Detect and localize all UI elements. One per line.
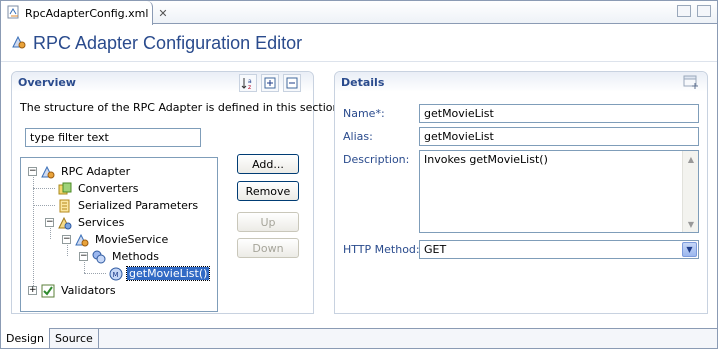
tree-item-label: getMovieList() [125,266,211,281]
close-icon[interactable]: ✕ [158,7,167,20]
overview-description: The structure of the RPC Adapter is defi… [20,101,343,114]
details-toolbar [683,74,699,93]
tab-design[interactable]: Design [1,328,50,348]
tree-item-movieservice[interactable]: − MovieService [62,231,170,248]
tree-item-rpc-adapter[interactable]: − RPC Adapter [28,163,132,180]
scroll-down-icon[interactable]: ▼ [684,217,698,231]
editor-frame: RpcAdapterConfig.xml ✕ RPC Adapter Confi… [0,0,718,349]
collapse-toggle-icon[interactable]: − [79,252,88,261]
svg-text:z: z [248,84,251,90]
details-title: Details [341,75,385,89]
tree-item-converters[interactable]: Converters [58,180,141,197]
tree-item-label: Converters [78,182,139,195]
tree-connector [33,188,55,189]
validators-icon [41,284,55,298]
svg-text:M: M [113,271,119,279]
http-method-value: GET [424,243,447,256]
maximize-button[interactable] [697,5,711,17]
tree-item-methods[interactable]: − Methods [79,248,161,265]
http-method-select[interactable]: GET ▼ [419,240,699,259]
service-icon [75,233,89,247]
tree-item-label: Serialized Parameters [78,199,199,212]
tree-item-label: Services [78,216,125,229]
overview-section: Overview az The structure of the RPC Ada… [11,71,343,314]
tree-item-label: RPC Adapter [61,165,131,178]
maximize-section-icon[interactable] [683,74,699,93]
adapter-tree: − RPC Adapter Converters Serialized Para… [20,157,218,312]
down-button[interactable]: Down [237,238,299,258]
details-section: Details Name*: getMovieList Alias: getMo… [334,71,708,314]
collapse-all-icon[interactable] [283,74,301,92]
tree-item-label: Methods [112,250,159,263]
xml-file-icon [7,5,21,22]
description-text: Invokes getMovieList() [424,153,548,166]
editor-tab-strip: RpcAdapterConfig.xml ✕ [1,1,717,25]
tree-connector [33,205,55,206]
methods-icon [92,250,106,264]
scroll-up-icon[interactable]: ▲ [684,152,698,166]
editor-page-tabs: Design Source [1,328,717,348]
name-label: Name*: [343,107,385,120]
tree-item-serialized-parameters[interactable]: Serialized Parameters [58,197,200,214]
tab-rpc-adapter-config[interactable]: RpcAdapterConfig.xml ✕ [1,1,168,25]
rpc-adapter-icon [11,34,27,53]
tree-filter-input[interactable]: type filter text [25,128,201,147]
tab-source[interactable]: Source [50,329,99,348]
expand-all-icon[interactable] [261,74,279,92]
sort-alphabetical-icon[interactable]: az [239,74,257,92]
overview-title: Overview [18,75,76,89]
serialized-parameters-icon [58,199,72,213]
remove-button[interactable]: Remove [237,181,299,201]
tree-item-getmovielist[interactable]: M getMovieList() [109,265,211,282]
editor-header: RPC Adapter Configuration Editor [11,33,302,54]
title-divider [1,61,717,62]
name-field[interactable]: getMovieList [419,104,699,123]
window-controls [677,5,711,17]
overview-header: Overview az [12,72,313,92]
expand-toggle-icon[interactable]: + [28,286,37,295]
http-method-label: HTTP Method: [343,243,420,256]
services-icon [58,216,72,230]
collapse-toggle-icon[interactable]: − [28,167,37,176]
tree-connector [84,273,106,274]
tree-item-label: MovieService [95,233,169,246]
chevron-down-icon[interactable]: ▼ [682,242,697,257]
method-icon: M [109,267,123,281]
alias-field[interactable]: getMovieList [419,127,699,146]
tree-item-label: Validators [61,284,116,297]
up-button[interactable]: Up [237,212,299,232]
tree-item-services[interactable]: − Services [45,214,126,231]
tree-item-validators[interactable]: + Validators [28,282,118,299]
alias-label: Alias: [343,130,373,143]
collapse-toggle-icon[interactable]: − [45,218,54,227]
page-title: RPC Adapter Configuration Editor [33,33,303,53]
description-scrollbar[interactable]: ▲ ▼ [682,151,698,232]
collapse-toggle-icon[interactable]: − [62,235,71,244]
description-field[interactable]: Invokes getMovieList() ▲ ▼ [419,150,699,233]
details-header: Details [335,72,707,92]
tab-label: RpcAdapterConfig.xml [25,6,149,20]
add-button[interactable]: Add... [237,154,299,174]
description-label: Description: [343,153,410,166]
converters-icon [58,182,72,196]
minimize-button[interactable] [677,5,691,17]
overview-toolbar: az [239,74,301,92]
rpc-adapter-icon [41,165,55,179]
